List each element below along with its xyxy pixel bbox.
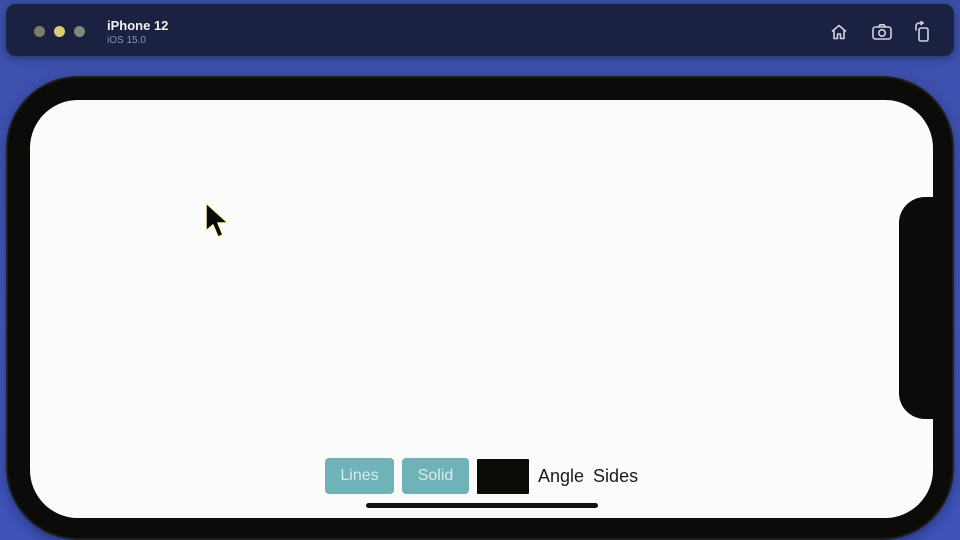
close-window-button[interactable] xyxy=(34,26,45,37)
device-name: iPhone 12 xyxy=(107,18,169,33)
sides-label[interactable]: Sides xyxy=(593,466,638,487)
screenshot-icon[interactable] xyxy=(870,20,894,44)
simulator-titlebar: iPhone 12 iOS 15.0 xyxy=(6,4,954,56)
zoom-window-button[interactable] xyxy=(74,26,85,37)
mouse-pointer-icon xyxy=(203,200,237,255)
home-icon[interactable] xyxy=(827,20,851,44)
color-swatch[interactable] xyxy=(477,458,529,494)
device-notch xyxy=(899,197,939,419)
minimize-window-button[interactable] xyxy=(54,26,65,37)
lines-button[interactable]: Lines xyxy=(325,458,394,494)
home-indicator xyxy=(366,503,598,508)
angle-label[interactable]: Angle xyxy=(538,466,584,487)
rotate-icon[interactable] xyxy=(911,20,935,44)
app-canvas[interactable] xyxy=(30,100,933,518)
device-os-version: iOS 15.0 xyxy=(107,35,146,46)
drawing-toolbar: Lines Solid Angle Sides xyxy=(325,458,647,494)
solid-button[interactable]: Solid xyxy=(402,458,469,494)
